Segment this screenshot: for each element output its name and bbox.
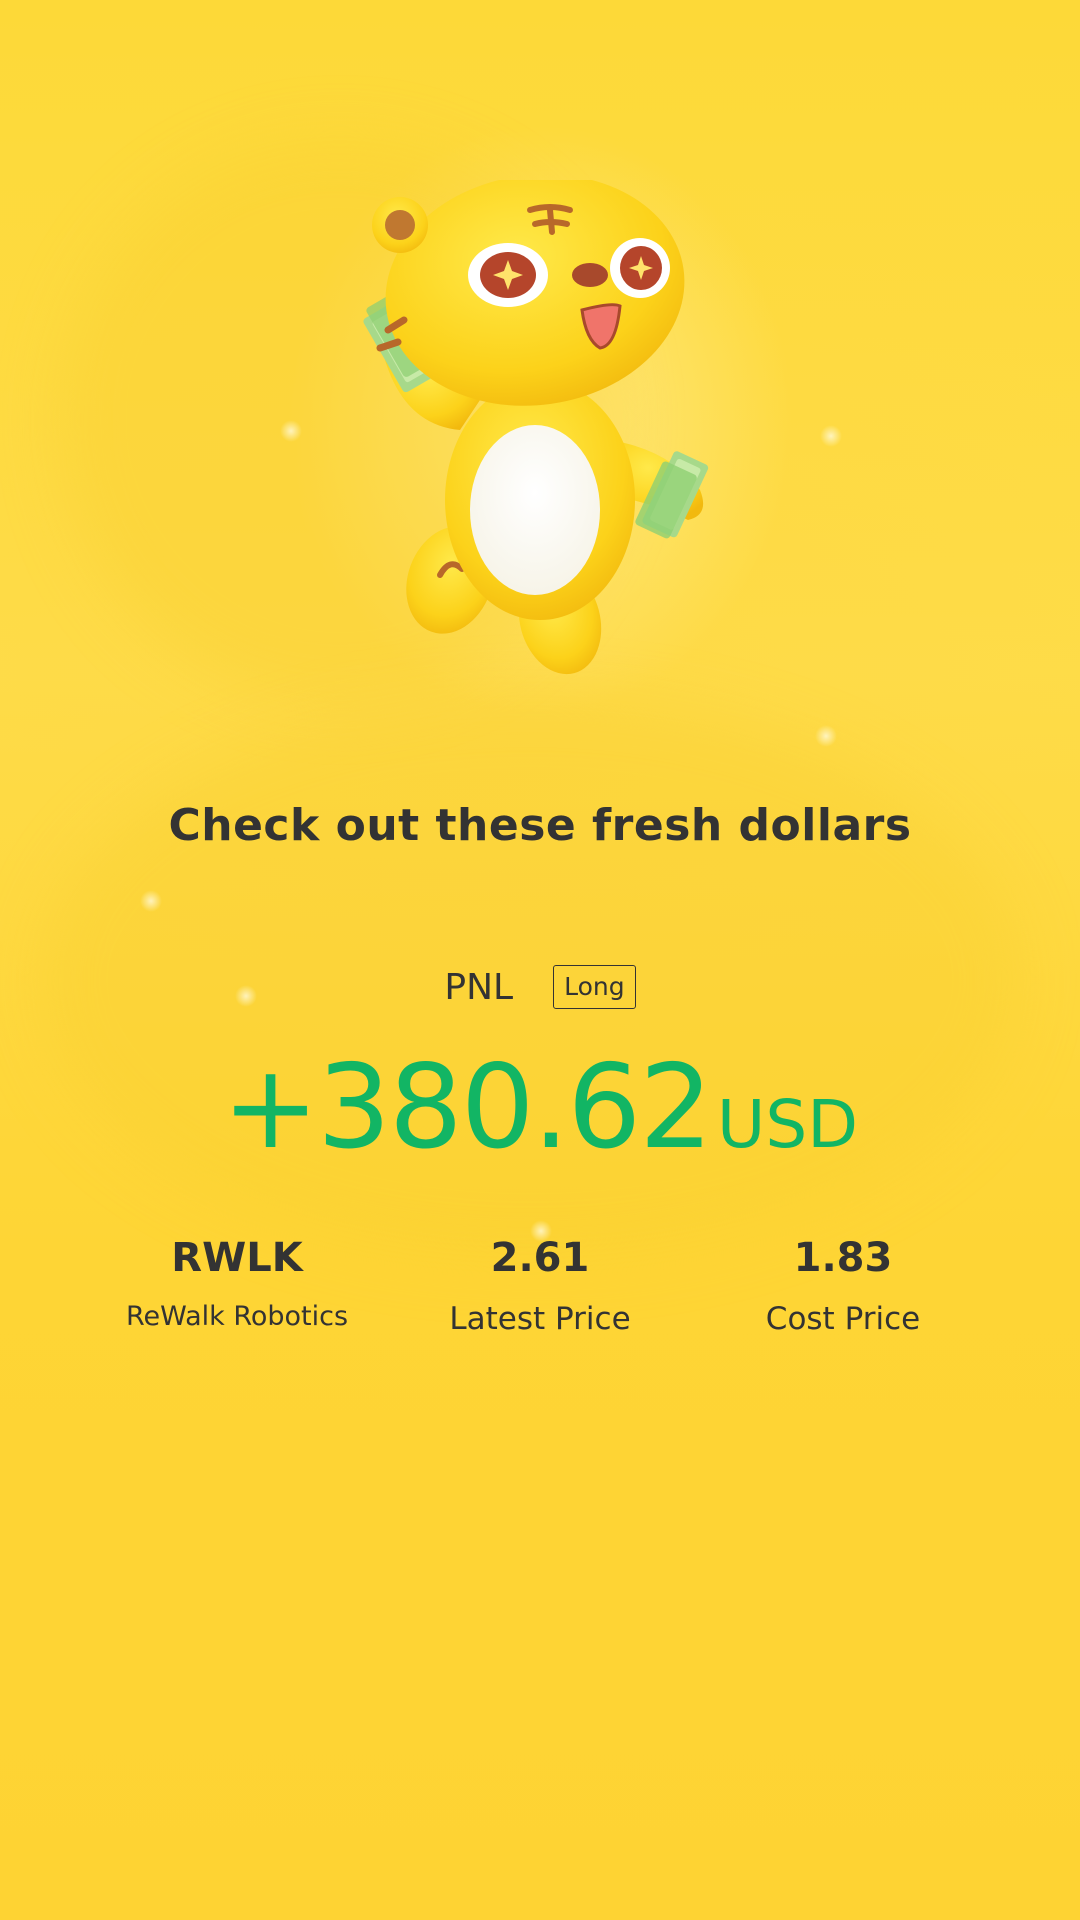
- latest-price-label: Latest Price: [449, 1301, 631, 1337]
- position-direction-badge: Long: [553, 965, 636, 1009]
- pnl-label: PNL: [444, 966, 514, 1008]
- company-name: ReWalk Robotics: [125, 1301, 349, 1332]
- sparkle-decoration: [820, 425, 842, 447]
- pnl-value: +380.62: [221, 1040, 713, 1175]
- tiger-mascot-illustration: [363, 180, 709, 675]
- stat-latest-price: 2.61 Latest Price: [390, 1235, 690, 1337]
- mascot-nose: [572, 263, 608, 287]
- cost-price-label: Cost Price: [765, 1301, 921, 1337]
- position-stats: RWLK ReWalk Robotics 2.61 Latest Price 1…: [0, 1235, 1080, 1355]
- pnl-header: PNL Long: [0, 962, 1080, 1012]
- stat-cost-price: 1.83 Cost Price: [693, 1235, 993, 1337]
- mascot-belly: [470, 425, 600, 595]
- latest-price-value: 2.61: [490, 1235, 590, 1281]
- stat-ticker: RWLK ReWalk Robotics: [87, 1235, 387, 1332]
- sparkle-decoration: [140, 890, 162, 912]
- pnl-amount: +380.62 USD: [0, 1040, 1080, 1175]
- headline: Check out these fresh dollars: [168, 800, 912, 851]
- cost-price-value: 1.83: [793, 1235, 893, 1281]
- sparkle-decoration: [280, 420, 302, 442]
- ticker-symbol: RWLK: [171, 1235, 303, 1281]
- pnl-currency: USD: [717, 1086, 859, 1163]
- sparkle-decoration: [815, 725, 837, 747]
